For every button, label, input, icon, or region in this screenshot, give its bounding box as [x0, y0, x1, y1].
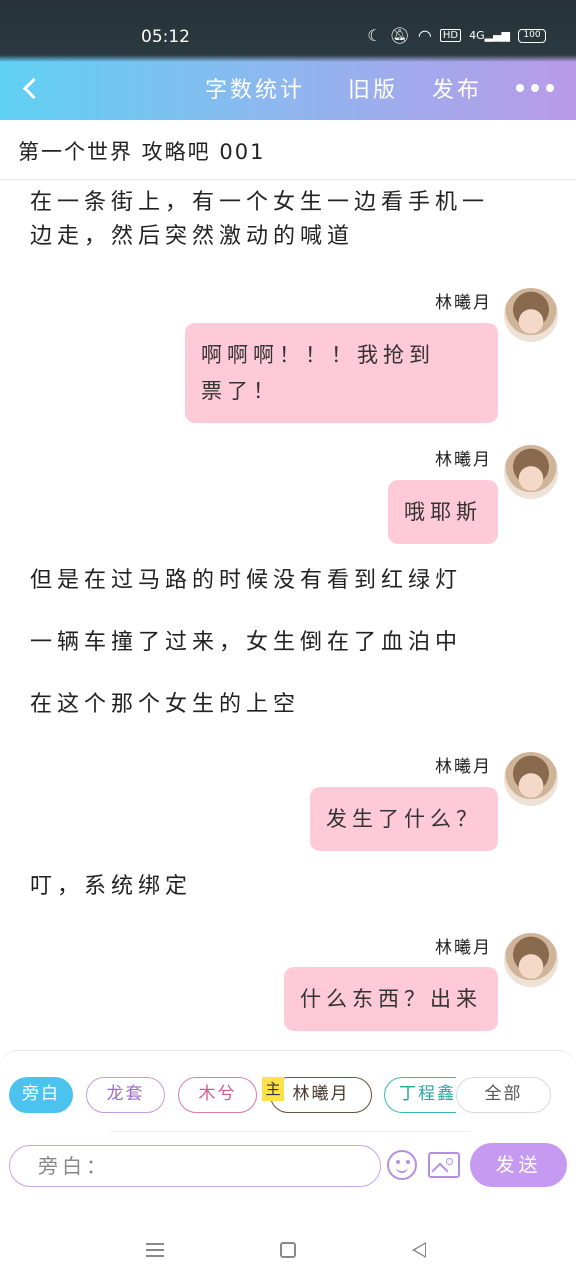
- character-chip-linxiyue[interactable]: 林曦月: [270, 1077, 372, 1113]
- status-icons: ☾ 🔕︎ ◠ HD 4G▂▄▆ 100: [367, 26, 546, 45]
- avatar[interactable]: [504, 752, 558, 806]
- menu-icon[interactable]: [146, 1243, 164, 1257]
- status-time: 05:12: [141, 27, 190, 47]
- wifi-icon: ◠: [417, 26, 432, 45]
- send-button[interactable]: 发送: [470, 1143, 567, 1187]
- system-nav-bar: [0, 1188, 576, 1280]
- dialogue-bubble[interactable]: 发生了什么？: [310, 787, 498, 851]
- signal-icon: 4G▂▄▆: [469, 29, 510, 42]
- character-chip-muxi[interactable]: 木兮: [178, 1077, 257, 1113]
- battery-icon: 100: [518, 28, 546, 43]
- image-icon[interactable]: [428, 1152, 460, 1178]
- chat-content[interactable]: 在一条街上，有一个女生一边看手机一 边走，然后突然激动的喊道 林曦月 啊啊啊！！…: [0, 180, 576, 1050]
- dialogue-bubble[interactable]: 什么东西？出来: [284, 967, 498, 1031]
- more-options-icon[interactable]: [516, 84, 554, 92]
- divider: [110, 1131, 470, 1132]
- story-title-bar: 第一个世界 攻略吧 001: [0, 120, 576, 180]
- speaker-name: 林曦月: [435, 450, 492, 470]
- word-count-button[interactable]: 字数统计: [205, 72, 305, 104]
- narration-line[interactable]: 在这个那个女生的上空: [30, 688, 300, 722]
- dialogue-bubble[interactable]: 啊啊啊！！！我抢到 票了！: [185, 323, 498, 423]
- speaker-name: 林曦月: [435, 757, 492, 777]
- avatar[interactable]: [504, 288, 558, 342]
- character-chip-extra[interactable]: 龙套: [86, 1077, 165, 1113]
- dialogue-bubble[interactable]: 哦耶斯: [388, 480, 498, 544]
- home-icon[interactable]: [280, 1242, 296, 1258]
- speaker-name: 林曦月: [435, 293, 492, 313]
- avatar[interactable]: [504, 933, 558, 987]
- mute-icon: 🔕︎: [389, 26, 410, 45]
- hd-badge: HD: [439, 29, 462, 42]
- main-character-tag: 主: [262, 1077, 284, 1101]
- story-title[interactable]: 第一个世界 攻略吧 001: [18, 136, 265, 166]
- composer-panel: 旁白 龙套 木兮 林曦月 主 丁程鑫 全部 旁白： 发送: [0, 1050, 576, 1188]
- top-bar: 05:12 ☾ 🔕︎ ◠ HD 4G▂▄▆ 100 字数统计 旧版 发布: [0, 0, 576, 120]
- message-input[interactable]: 旁白：: [9, 1145, 381, 1187]
- character-chip-dingchengxin[interactable]: 丁程鑫: [384, 1077, 456, 1113]
- character-chip-narrator[interactable]: 旁白: [9, 1077, 73, 1113]
- narration-line[interactable]: 但是在过马路的时候没有看到红绿灯: [30, 564, 462, 598]
- status-bar: 05:12 ☾ 🔕︎ ◠ HD 4G▂▄▆ 100: [0, 0, 576, 62]
- speaker-name: 林曦月: [435, 938, 492, 958]
- publish-button[interactable]: 发布: [432, 72, 482, 104]
- old-version-button[interactable]: 旧版: [348, 72, 398, 104]
- narration-line[interactable]: 叮，系统绑定: [30, 870, 192, 904]
- input-row: 旁白： 发送: [0, 1141, 576, 1189]
- back-arrow-icon[interactable]: [18, 74, 48, 104]
- narration-line[interactable]: 一辆车撞了过来，女生倒在了血泊中: [30, 626, 462, 660]
- character-chip-all[interactable]: 全部: [456, 1077, 551, 1113]
- moon-icon: ☾: [367, 26, 382, 45]
- emoji-icon[interactable]: [387, 1150, 417, 1180]
- avatar[interactable]: [504, 445, 558, 499]
- header: 字数统计 旧版 发布: [0, 62, 576, 120]
- narration-line[interactable]: 在一条街上，有一个女生一边看手机一 边走，然后突然激动的喊道: [30, 186, 489, 254]
- back-triangle-icon[interactable]: [412, 1242, 426, 1258]
